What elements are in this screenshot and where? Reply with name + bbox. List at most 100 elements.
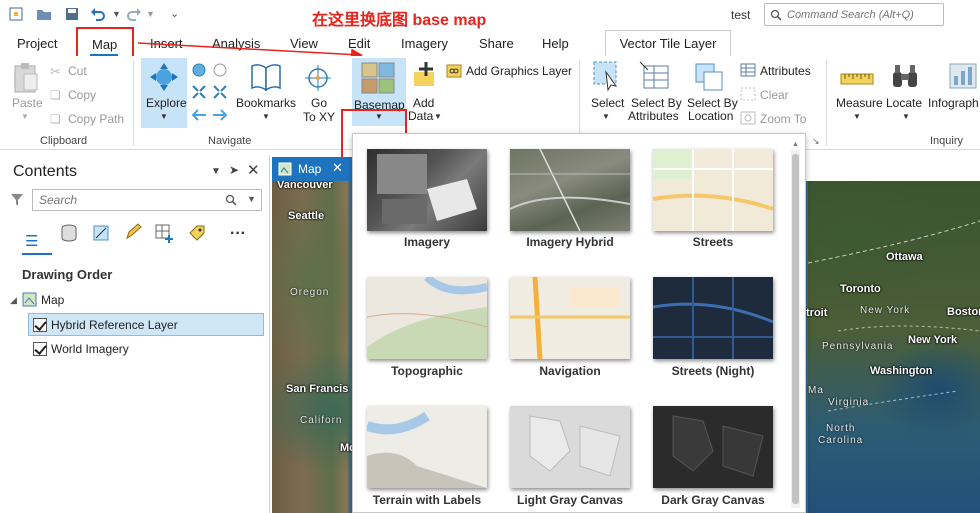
tab-help[interactable]: Help: [542, 36, 569, 51]
open-folder-icon[interactable]: [36, 6, 52, 22]
copy-path-button[interactable]: Copy Path: [68, 112, 124, 126]
save-icon[interactable]: [64, 6, 80, 22]
basemap-icon: [361, 62, 395, 94]
cut-button[interactable]: Cut: [68, 64, 87, 78]
tab-project[interactable]: Project: [17, 36, 57, 51]
add-data-dropdown-icon[interactable]: ▼: [434, 112, 442, 121]
scroll-up-icon[interactable]: ▲: [792, 141, 799, 148]
search-dropdown-icon[interactable]: ▼: [247, 194, 256, 204]
tab-share[interactable]: Share: [479, 36, 514, 51]
map-label-region: Californ: [300, 415, 343, 426]
map-node-label[interactable]: Map: [41, 293, 64, 307]
copy-button[interactable]: Copy: [68, 88, 96, 102]
zoom-in-fixed-icon[interactable]: [191, 84, 207, 100]
tab-insert[interactable]: Insert: [150, 36, 183, 51]
layer-visibility-checkbox[interactable]: [33, 342, 47, 356]
group-label-navigate: Navigate: [208, 135, 252, 147]
pane-menu-icon[interactable]: ▼: [211, 166, 221, 177]
list-by-labeling-icon[interactable]: [187, 223, 207, 243]
tab-vector-tile-layer[interactable]: Vector Tile Layer: [605, 30, 731, 57]
measure-dropdown-icon[interactable]: ▼: [853, 112, 861, 121]
paste-button[interactable]: Paste: [12, 96, 43, 110]
close-icon[interactable]: ✕: [247, 161, 260, 179]
signed-in-user[interactable]: test: [731, 8, 750, 22]
list-by-selection-icon[interactable]: [92, 224, 110, 242]
topographic-thumb-art: [367, 277, 487, 359]
tab-map[interactable]: Map: [76, 27, 134, 59]
redo-dropdown-icon[interactable]: ▼: [146, 9, 155, 19]
basemap-thumb-imagery[interactable]: [367, 149, 487, 231]
ribbon-separator: [826, 60, 827, 146]
zoom-out-fixed-icon[interactable]: [212, 84, 228, 100]
gallery-scrollbar-thumb[interactable]: [792, 154, 799, 504]
list-by-editing-icon[interactable]: [124, 223, 142, 241]
tab-analysis[interactable]: Analysis: [212, 36, 260, 51]
close-icon[interactable]: ✕: [332, 160, 343, 176]
more-options-icon[interactable]: ···: [230, 225, 246, 243]
selection-options-launcher-icon[interactable]: ↘: [812, 136, 820, 147]
fixed-zoom-icon[interactable]: [212, 62, 228, 78]
locate-button[interactable]: Locate: [886, 96, 922, 110]
collapse-map-icon[interactable]: ◢: [10, 295, 17, 306]
layer-hybrid-reference[interactable]: Hybrid Reference Layer: [28, 313, 264, 336]
tab-imagery[interactable]: Imagery: [401, 36, 448, 51]
layer-visibility-checkbox[interactable]: [33, 318, 47, 332]
list-by-data-source-icon[interactable]: [60, 224, 78, 242]
customize-toolbar-icon[interactable]: ⌄: [170, 7, 179, 20]
basemap-thumb-streets-night[interactable]: [653, 277, 773, 359]
bookmarks-dropdown-icon[interactable]: ▼: [262, 112, 270, 121]
next-extent-icon[interactable]: [212, 108, 228, 122]
measure-button[interactable]: Measure: [836, 96, 883, 110]
add-graphics-layer-button[interactable]: Add Graphics Layer: [466, 64, 572, 78]
tab-edit[interactable]: Edit: [348, 36, 370, 51]
basemap-thumb-topographic[interactable]: [367, 277, 487, 359]
map-label-city: New York: [908, 334, 958, 346]
basemap-thumb-dark-gray-canvas[interactable]: [653, 406, 773, 488]
basemap-thumb-terrain-with-labels[interactable]: [367, 406, 487, 488]
bookmarks-button[interactable]: Bookmarks: [236, 96, 296, 110]
new-project-icon[interactable]: [8, 6, 24, 22]
select-button[interactable]: Select: [591, 96, 624, 110]
attributes-button[interactable]: Attributes: [760, 64, 811, 78]
basemap-thumb-navigation[interactable]: [510, 277, 630, 359]
map-view-tab[interactable]: Map ✕: [272, 157, 352, 181]
select-by-location-line2[interactable]: Location: [688, 109, 733, 123]
list-by-snapping-icon[interactable]: [154, 223, 174, 243]
layer-world-imagery[interactable]: World Imagery: [28, 338, 264, 361]
command-search-box[interactable]: [764, 3, 944, 26]
select-by-attributes-line2[interactable]: Attributes: [628, 109, 679, 123]
go-to-xy-line1[interactable]: Go: [311, 96, 327, 110]
go-to-xy-line2[interactable]: To XY: [303, 110, 335, 124]
infographics-button[interactable]: Infograph: [928, 96, 979, 110]
basemap-thumb-imagery-hybrid[interactable]: [510, 149, 630, 231]
full-extent-icon[interactable]: [191, 62, 207, 78]
contents-search-input[interactable]: [39, 193, 219, 207]
locate-dropdown-icon[interactable]: ▼: [902, 112, 910, 121]
pin-icon[interactable]: ➤: [229, 163, 239, 177]
undo-dropdown-icon[interactable]: ▼: [112, 9, 121, 19]
select-dropdown-icon[interactable]: ▼: [602, 112, 610, 121]
basemap-thumb-streets[interactable]: [653, 149, 773, 231]
filter-icon[interactable]: [10, 193, 24, 207]
zoom-to-button[interactable]: Zoom To: [760, 112, 806, 126]
explore-button[interactable]: Explore ▼: [141, 58, 187, 128]
list-by-drawing-order-icon[interactable]: ☰: [25, 232, 38, 250]
add-data-line1[interactable]: Add: [413, 96, 434, 110]
map-canvas-east[interactable]: Ottawa Toronto New York Boston troit New…: [806, 181, 980, 513]
undo-icon[interactable]: [90, 6, 106, 22]
map-label-region: Oregon: [290, 287, 330, 298]
paste-dropdown-icon[interactable]: ▼: [21, 112, 29, 121]
select-by-location-line1[interactable]: Select By: [687, 96, 738, 110]
map-label-region: Carolina: [818, 435, 864, 446]
command-search-input[interactable]: [787, 7, 937, 22]
tab-view[interactable]: View: [290, 36, 318, 51]
previous-extent-icon[interactable]: [191, 108, 207, 122]
redo-icon[interactable]: [126, 6, 142, 22]
locate-binoculars-icon: [893, 65, 917, 87]
search-icon[interactable]: [225, 194, 237, 206]
contents-search-box[interactable]: ▼: [32, 189, 262, 211]
select-by-attributes-line1[interactable]: Select By: [631, 96, 682, 110]
add-data-line2[interactable]: Data: [408, 109, 433, 123]
basemap-thumb-light-gray-canvas[interactable]: [510, 406, 630, 488]
clear-button[interactable]: Clear: [760, 88, 789, 102]
